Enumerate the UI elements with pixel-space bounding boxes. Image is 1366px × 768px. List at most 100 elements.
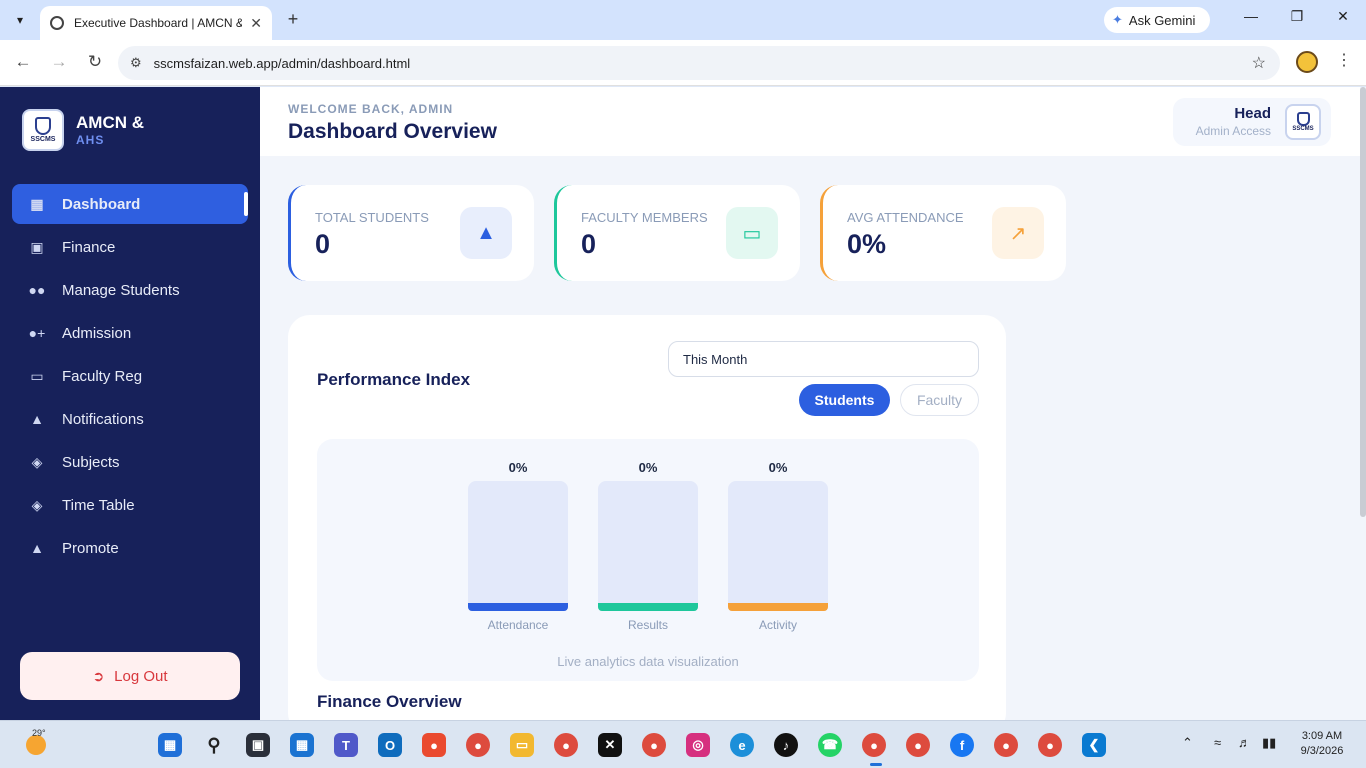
chrome-icon[interactable]: ●: [642, 733, 666, 757]
search-icon[interactable]: ⚲: [202, 733, 226, 757]
bar-activity: [728, 603, 828, 611]
bell-icon: ▲: [30, 411, 44, 427]
brand-sub: AHS: [76, 133, 105, 147]
capcut-icon[interactable]: ✕: [598, 733, 622, 757]
bar-track-attendance: [468, 481, 568, 611]
layers-icon: ◈: [31, 496, 43, 513]
students-toggle-button[interactable]: Students: [799, 384, 890, 416]
gemini-star-icon: ✦: [1112, 12, 1123, 27]
logout-button[interactable]: ➲ Log Out: [20, 652, 240, 700]
page-title: Dashboard Overview: [288, 120, 497, 143]
store-icon[interactable]: ▦: [290, 733, 314, 757]
close-tab-icon[interactable]: ✕: [250, 15, 262, 32]
brand-name: AMCN &: [76, 113, 144, 132]
performance-title: Performance Index: [317, 370, 471, 389]
scrollbar[interactable]: [1360, 87, 1366, 517]
vscode-icon[interactable]: ❮: [1082, 733, 1106, 757]
globe-icon: [50, 16, 64, 30]
address-bar[interactable]: ⚙ sscmsfaizan.web.app/admin/dashboard.ht…: [118, 46, 1280, 80]
bookmark-star-icon[interactable]: ☆: [1252, 53, 1266, 73]
sidebar-item-admission[interactable]: ●+ Admission: [12, 313, 248, 353]
wallet-icon: ▣: [30, 238, 44, 255]
sidebar-item-notifications[interactable]: ▲ Notifications: [12, 399, 248, 439]
sidebar-item-label: Faculty Reg: [62, 367, 143, 385]
faculty-toggle-button[interactable]: Faculty: [900, 384, 979, 416]
sun-icon: [26, 735, 46, 755]
grid-icon: ▦: [30, 195, 44, 212]
tiktok-icon[interactable]: ♪: [774, 733, 798, 757]
bar-label-results: Results: [627, 618, 668, 632]
sidebar-item-manage-students[interactable]: ●● Manage Students: [12, 270, 248, 310]
chevron-up-icon[interactable]: ⌃: [1182, 735, 1193, 751]
chrome-icon[interactable]: ●: [994, 733, 1018, 757]
stat-value: 0: [315, 229, 331, 259]
performance-card: Performance Index This Month Students Fa…: [288, 315, 1006, 720]
teams-icon[interactable]: T: [334, 733, 358, 757]
whatsapp-icon[interactable]: ☎: [818, 733, 842, 757]
sidebar-nav: ▦ Dashboard ▣ Finance ●● Manage Students…: [12, 184, 248, 571]
taskbar: 29° ▦ ⚲ ▣ ▦ T O ● ● ▭ ● ✕ ● ◎ e ♪ ☎ ● ● …: [0, 720, 1366, 768]
clock[interactable]: 3:09 AM 9/3/2026: [1292, 729, 1352, 759]
new-tab-icon[interactable]: +: [282, 8, 304, 30]
brand: SSCMS AMCN & AHS: [22, 109, 144, 151]
finance-overview-title: Finance Overview: [317, 692, 462, 711]
shield-icon: [35, 117, 51, 135]
weather-widget[interactable]: 29°: [22, 728, 52, 759]
user-role: Admin Access: [1195, 124, 1271, 138]
bar-value-results: 0%: [638, 460, 658, 475]
start-icon[interactable]: ▦: [158, 733, 182, 757]
chrome-profile-icon[interactable]: ●: [554, 733, 578, 757]
user-profile[interactable]: Head Admin Access SSCMS: [1173, 98, 1331, 146]
wifi-icon[interactable]: ≈: [1214, 735, 1221, 750]
outlook-icon[interactable]: O: [378, 733, 402, 757]
user-plus-icon: ●+: [28, 325, 46, 341]
sidebar-item-faculty-reg[interactable]: ▭ Faculty Reg: [12, 356, 248, 396]
minimize-icon[interactable]: —: [1241, 8, 1261, 24]
ask-gemini-button[interactable]: ✦ Ask Gemini: [1104, 7, 1210, 33]
forward-icon[interactable]: →: [48, 52, 70, 72]
tab-title: Executive Dashboard | AMCN &: [74, 16, 243, 30]
instagram-icon[interactable]: ◎: [686, 733, 710, 757]
sidebar-item-dashboard[interactable]: ▦ Dashboard: [12, 184, 248, 224]
restore-icon[interactable]: ❐: [1287, 8, 1307, 25]
site-settings-icon[interactable]: ⚙: [130, 55, 142, 71]
back-icon[interactable]: ←: [12, 52, 34, 72]
kebab-menu-icon[interactable]: ⋮: [1336, 50, 1352, 70]
volume-icon[interactable]: ♬: [1238, 735, 1251, 750]
sidebar-item-finance[interactable]: ▣ Finance: [12, 227, 248, 267]
performance-chart: Live analytics data visualization 0% Atte…: [317, 439, 979, 681]
close-window-icon[interactable]: ✕: [1333, 8, 1353, 25]
stat-card-total-students: TOTAL STUDENTS 0 ▲: [288, 185, 534, 281]
file-explorer-icon[interactable]: ▭: [510, 733, 534, 757]
facebook-icon[interactable]: f: [950, 733, 974, 757]
period-select[interactable]: This Month: [668, 341, 979, 377]
chrome-icon[interactable]: ●: [906, 733, 930, 757]
page-header: WELCOME BACK, ADMIN Dashboard Overview H…: [260, 87, 1360, 156]
recorder-icon[interactable]: ●: [422, 733, 446, 757]
sidebar-item-time-table[interactable]: ◈ Time Table: [12, 485, 248, 525]
shield-icon: [1296, 112, 1310, 126]
chrome-active-icon[interactable]: ●: [862, 733, 886, 757]
browser-tab[interactable]: Executive Dashboard | AMCN & ✕: [40, 6, 272, 40]
ask-gemini-label: Ask Gemini: [1128, 12, 1196, 28]
task-view-icon[interactable]: ▣: [246, 733, 270, 757]
chrome-icon[interactable]: ●: [466, 733, 490, 757]
avatar-text: SSCMS: [1292, 126, 1314, 132]
bar-value-attendance: 0%: [508, 460, 528, 475]
profile-avatar-icon[interactable]: [1296, 51, 1318, 73]
sidebar-item-subjects[interactable]: ◈ Subjects: [12, 442, 248, 482]
reload-icon[interactable]: ↻: [84, 52, 106, 72]
chrome-icon[interactable]: ●: [1038, 733, 1062, 757]
logo-text: SSCMS: [30, 136, 56, 143]
logout-label: Log Out: [114, 667, 168, 685]
sidebar-item-promote[interactable]: ▲ Promote: [12, 528, 248, 568]
sidebar-item-label: Time Table: [62, 496, 135, 514]
stat-label: AVG ATTENDANCE: [847, 210, 964, 225]
main-content: WELCOME BACK, ADMIN Dashboard Overview H…: [260, 87, 1366, 720]
tab-search-icon[interactable]: ▾: [8, 8, 32, 32]
sidebar-item-label: Subjects: [62, 453, 120, 471]
clock-date: 9/3/2026: [1300, 745, 1344, 757]
stat-label: TOTAL STUDENTS: [315, 210, 429, 225]
edge-icon[interactable]: e: [730, 733, 754, 757]
battery-icon[interactable]: ▮▮: [1262, 735, 1276, 751]
